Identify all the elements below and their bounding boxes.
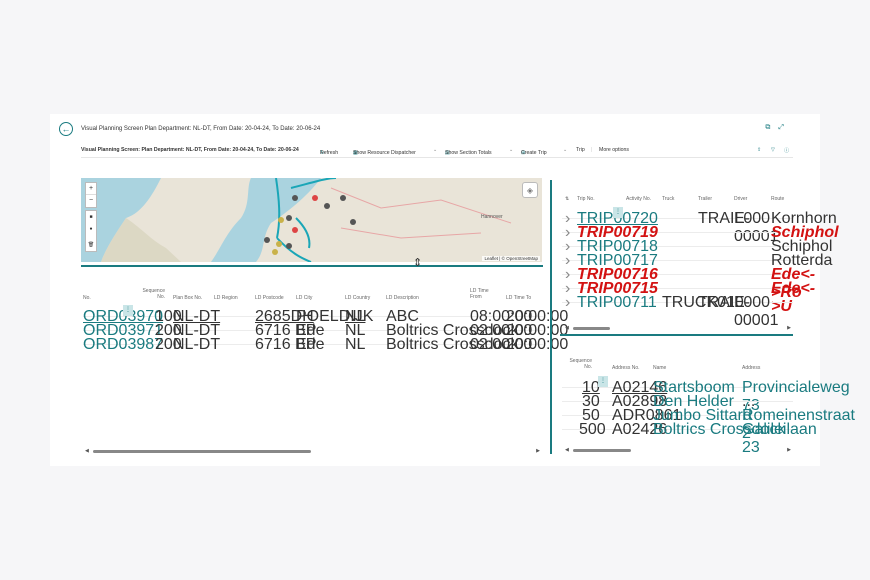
delete-icon[interactable]: 🗑 bbox=[86, 239, 96, 251]
zoom-in-button[interactable]: + bbox=[86, 183, 96, 195]
col-driver[interactable]: Driver bbox=[734, 196, 747, 202]
col-country[interactable]: LD Country bbox=[345, 295, 370, 301]
map-view[interactable]: Hannover + − ■ ● 🗑 ◈ Leaflet | © OpenStr… bbox=[81, 178, 542, 262]
window-controls: ⧉⤢ bbox=[765, 124, 792, 132]
col-desc[interactable]: LD Description bbox=[386, 295, 419, 301]
resize-handle-icon[interactable]: ⇕ bbox=[413, 256, 422, 269]
filter-icon[interactable]: ▽ bbox=[771, 147, 775, 153]
select-all-icon[interactable]: ⇅ bbox=[565, 196, 569, 202]
col-postcode[interactable]: LD Postcode bbox=[255, 295, 284, 301]
col-route[interactable]: Route bbox=[771, 196, 784, 202]
draw-tools: ■ ● 🗑 bbox=[85, 210, 97, 252]
table-row[interactable]: › TRIP00711 TRUCK010 TRAIL000 E-00001 bbox=[562, 290, 793, 329]
table-row[interactable]: 500 A02426 Boltrics Crossdock Galileilaan 2… bbox=[562, 417, 817, 456]
col-address-no[interactable]: Address No. bbox=[612, 365, 640, 371]
col-address[interactable]: Address bbox=[742, 365, 760, 371]
col-activity[interactable]: Activity No. bbox=[626, 196, 651, 202]
col-stop-seq[interactable]: Sequence No. bbox=[568, 358, 592, 370]
action-bar: Visual Planning Screen: Plan Department:… bbox=[81, 144, 793, 158]
scroll-right-icon[interactable]: ▶ bbox=[536, 448, 540, 454]
draw-rectangle-icon[interactable]: ■ bbox=[86, 211, 96, 223]
scroll-thumb[interactable] bbox=[573, 327, 610, 330]
table-row[interactable]: ORD03970 ⋮ 100 NL-DT 2685DH POELDIJK NL … bbox=[83, 304, 568, 325]
right-horizontal-splitter[interactable] bbox=[560, 334, 793, 336]
row-menu-icon[interactable]: ⋮ bbox=[613, 207, 623, 218]
table-row[interactable]: › TRIP00720 ⋮ TRAIL000 E-00001 Kornhorn bbox=[562, 206, 837, 245]
zoom-out-button[interactable]: − bbox=[86, 195, 96, 207]
road-2 bbox=[340, 227, 482, 239]
vertical-splitter[interactable] bbox=[550, 180, 552, 454]
table-row[interactable]: › TRIP00718 Schiphol bbox=[562, 234, 832, 255]
resource-dropdown-chevron-icon[interactable]: ⌄ bbox=[433, 147, 437, 153]
table-row[interactable]: › TRIP00715 Ede<->U bbox=[562, 276, 815, 315]
scroll-right-icon[interactable]: ▶ bbox=[787, 325, 791, 331]
title-bar: ← Visual Planning Screen Plan Department… bbox=[50, 114, 820, 142]
city-label: Hannover bbox=[481, 214, 503, 220]
col-time-to[interactable]: LD Time To bbox=[506, 295, 531, 301]
trip-menu-button[interactable]: Trip bbox=[576, 147, 585, 153]
back-arrow-icon: ← bbox=[61, 124, 71, 134]
scroll-right-icon[interactable]: ▶ bbox=[787, 447, 791, 453]
col-region[interactable]: LD Region bbox=[214, 295, 238, 301]
table-row[interactable]: › TRIP00716 Ede<->Ro bbox=[562, 262, 815, 301]
info-icon[interactable]: ⓘ bbox=[784, 147, 789, 154]
scroll-thumb[interactable] bbox=[93, 450, 311, 453]
table-row[interactable]: 50 ADR0861 Jumbo Sittard Romeinenstraat 2 bbox=[562, 403, 855, 442]
orders-horizontal-scrollbar[interactable]: ◀ ▶ bbox=[85, 448, 540, 454]
scroll-thumb[interactable] bbox=[573, 449, 631, 452]
table-row[interactable]: ORD03971 200 NL-DT 6716 BP Ede NL Boltri… bbox=[83, 318, 568, 339]
open-in-new-window-icon[interactable]: ⧉ bbox=[765, 124, 778, 131]
totals-dropdown-chevron-icon[interactable]: ⌄ bbox=[509, 147, 513, 153]
expand-icon[interactable]: ⤢ bbox=[778, 124, 792, 131]
map-attribution[interactable]: Leaflet | © OpenStreetMap bbox=[482, 256, 540, 261]
table-row[interactable]: 30 A02898 Den Helder... bbox=[562, 389, 793, 410]
layers-icon[interactable]: ◈ bbox=[522, 182, 538, 198]
col-trip-no[interactable]: Trip No. bbox=[577, 196, 595, 202]
col-time-from[interactable]: LD Time From bbox=[470, 288, 500, 300]
scroll-left-icon[interactable]: ◀ bbox=[565, 447, 569, 453]
table-row[interactable]: › TRIP00717 Rotterda bbox=[562, 248, 832, 269]
trips-horizontal-scrollbar[interactable]: ◀ ▶ bbox=[565, 325, 791, 331]
back-button[interactable]: ← bbox=[59, 122, 73, 136]
map-canvas: Hannover bbox=[81, 178, 512, 262]
scroll-left-icon[interactable]: ◀ bbox=[85, 448, 89, 454]
horizontal-splitter[interactable] bbox=[81, 265, 543, 267]
table-row[interactable]: 10 ⋮ A02146 Startsboom Provincialeweg 73 bbox=[562, 375, 850, 414]
more-options-button[interactable]: More options bbox=[599, 147, 629, 153]
stops-horizontal-scrollbar[interactable]: ◀ ▶ bbox=[565, 447, 791, 453]
expand-row-icon[interactable]: › bbox=[565, 294, 570, 312]
row-menu-icon[interactable]: ⋮ bbox=[598, 376, 608, 387]
col-trailer[interactable]: Trailer bbox=[698, 196, 712, 202]
window-title: Visual Planning Screen Plan Department: … bbox=[81, 126, 321, 132]
scroll-left-icon[interactable]: ◀ bbox=[565, 325, 569, 331]
planning-window: ← Visual Planning Screen Plan Department… bbox=[50, 114, 855, 466]
share-icon[interactable]: ⇪ bbox=[757, 147, 761, 153]
col-city[interactable]: LD City bbox=[296, 295, 312, 301]
draw-circle-icon[interactable]: ● bbox=[86, 223, 96, 235]
col-truck[interactable]: Truck bbox=[662, 196, 674, 202]
divider: | bbox=[591, 147, 593, 153]
col-seq[interactable]: Sequence No. bbox=[141, 288, 165, 300]
col-no[interactable]: No. bbox=[83, 295, 91, 301]
zoom-control: + − bbox=[85, 182, 97, 208]
create-trip-chevron-icon[interactable]: ⌄ bbox=[563, 147, 567, 153]
table-row[interactable]: › TRIP00719 Schiphol bbox=[562, 220, 839, 241]
col-planbox[interactable]: Plan Box No. bbox=[173, 295, 202, 301]
col-name[interactable]: Name bbox=[653, 365, 666, 371]
table-row[interactable]: ORD03987 200 NL-DT 6716 BP Ede NL Boltri… bbox=[83, 332, 568, 353]
north-sea bbox=[211, 178, 321, 262]
page-title: Visual Planning Screen: Plan Department:… bbox=[81, 147, 299, 153]
row-menu-icon[interactable]: ⋮ bbox=[123, 305, 133, 316]
